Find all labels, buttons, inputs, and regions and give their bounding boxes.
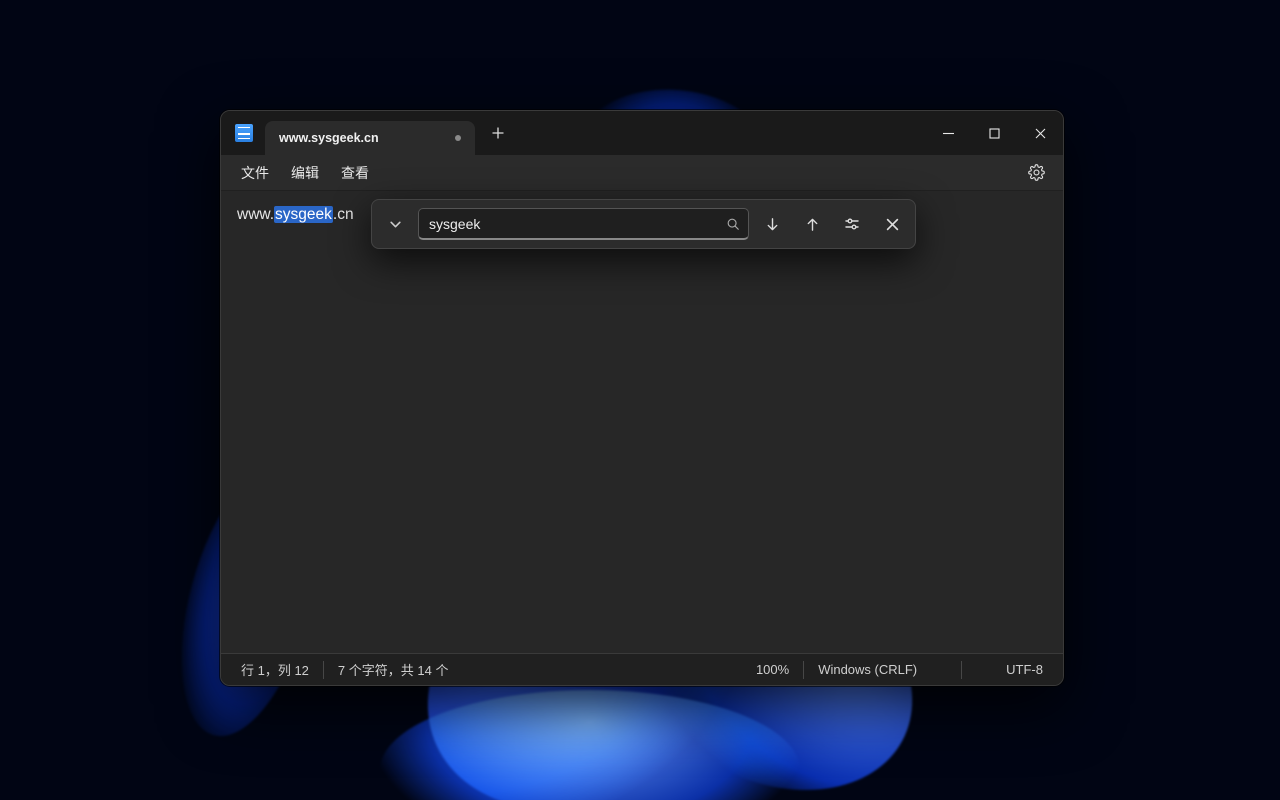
status-line-ending[interactable]: Windows (CRLF) (818, 662, 917, 677)
tab-modified-dot-icon (455, 135, 461, 141)
find-next-button[interactable] (755, 207, 789, 241)
gear-icon (1028, 164, 1045, 181)
statusbar-separator (803, 661, 804, 679)
find-options-button[interactable] (835, 207, 869, 241)
menu-file[interactable]: 文件 (233, 157, 277, 189)
arrow-up-icon (805, 217, 820, 232)
notepad-app-icon (235, 124, 253, 142)
settings-button[interactable] (1021, 158, 1051, 188)
statusbar-separator (323, 661, 324, 679)
find-previous-button[interactable] (795, 207, 829, 241)
status-position[interactable]: 行 1，列 12 (241, 660, 309, 679)
chevron-down-icon (389, 218, 402, 231)
editor-text-before: www. (237, 206, 274, 223)
find-input[interactable] (429, 216, 726, 232)
menu-view[interactable]: 查看 (333, 157, 377, 189)
close-icon (886, 218, 899, 231)
status-selection: 7 个字符，共 14 个 (338, 660, 449, 679)
search-icon (726, 217, 740, 231)
editor-area[interactable]: www.sysgeek.cn (221, 191, 1063, 653)
status-zoom[interactable]: 100% (756, 662, 789, 677)
menu-edit[interactable]: 编辑 (283, 157, 327, 189)
maximize-button[interactable] (971, 111, 1017, 155)
arrow-down-icon (765, 217, 780, 232)
expand-replace-button[interactable] (378, 207, 412, 241)
editor-text-after: .cn (333, 206, 354, 223)
find-panel (371, 199, 916, 249)
new-tab-button[interactable] (483, 118, 513, 148)
titlebar: www.sysgeek.cn (221, 111, 1063, 155)
menubar: 文件 编辑 查看 (221, 155, 1063, 191)
document-tab[interactable]: www.sysgeek.cn (265, 121, 475, 155)
statusbar: 行 1，列 12 7 个字符，共 14 个 100% Windows (CRLF… (221, 653, 1063, 685)
status-encoding[interactable]: UTF-8 (1006, 662, 1043, 677)
find-input-wrap (418, 208, 749, 240)
editor-text-highlighted: sysgeek (274, 206, 333, 223)
window-controls (925, 111, 1063, 155)
minimize-button[interactable] (925, 111, 971, 155)
close-button[interactable] (1017, 111, 1063, 155)
notepad-window: www.sysgeek.cn 文件 编辑 查看 (220, 110, 1064, 686)
tab-title: www.sysgeek.cn (279, 131, 379, 145)
find-close-button[interactable] (875, 207, 909, 241)
sliders-icon (844, 216, 860, 232)
statusbar-separator (961, 661, 962, 679)
